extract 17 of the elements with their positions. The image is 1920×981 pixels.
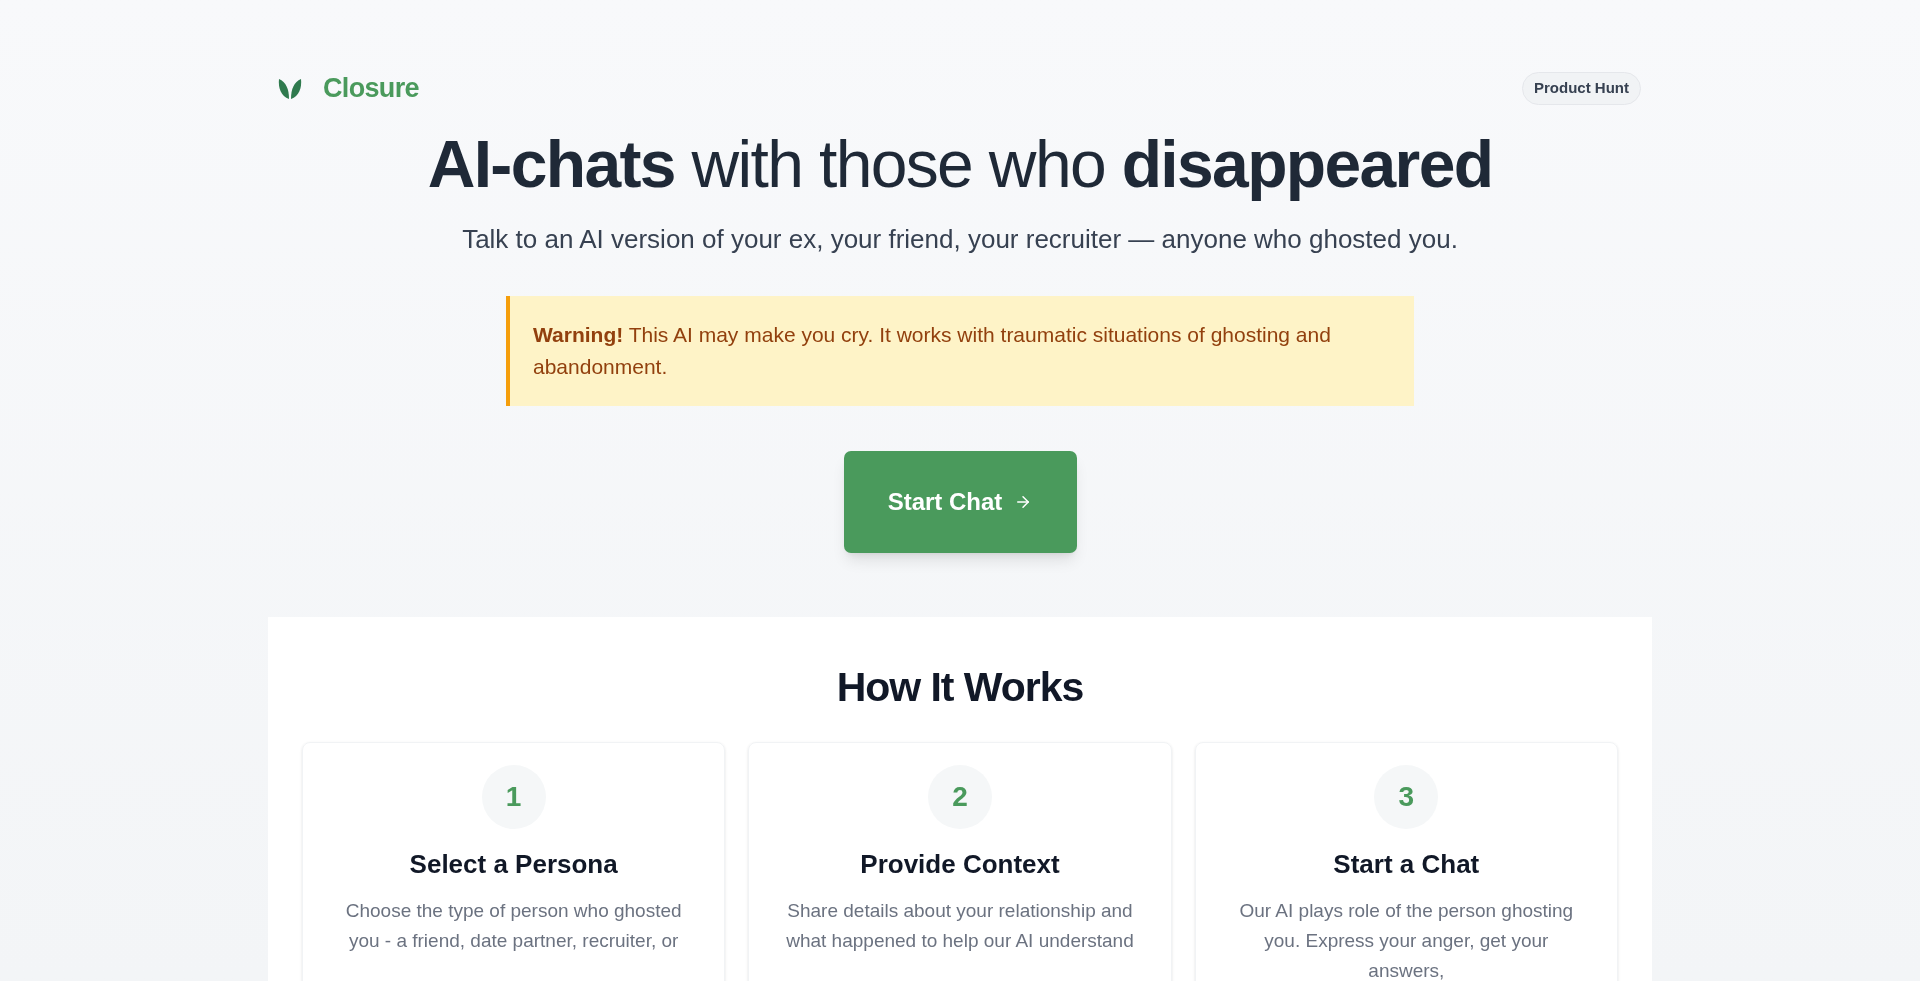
leaf-icon bbox=[277, 76, 303, 101]
step-title: Start a Chat bbox=[1333, 848, 1480, 882]
step-title: Provide Context bbox=[860, 848, 1060, 882]
headline: AI-chats with those who disappeared bbox=[426, 125, 1494, 203]
step-number: 1 bbox=[481, 765, 546, 830]
warning-text: Warning! This AI may make you cry. It works with traumatic situations of ghosting and abandonment. bbox=[533, 321, 1332, 380]
step-description: Our AI plays role of the person ghosting you. Express your anger, get your answers, bbox=[1238, 899, 1575, 981]
start-chat-button[interactable]: Start Chat bbox=[843, 450, 1077, 553]
subtitle: Talk to an AI version of your ex, your friend, your recruiter — anyone who ghosted you. bbox=[461, 222, 1459, 256]
brand-name[interactable]: Closure bbox=[323, 68, 419, 109]
step-number: 3 bbox=[1374, 765, 1439, 830]
section-title: How It Works bbox=[835, 662, 1085, 712]
product-hunt-link[interactable]: Product Hunt bbox=[1522, 72, 1641, 105]
step-description: Share details about your relationship and what happened to help our AI understand bbox=[785, 899, 1135, 954]
step-number: 2 bbox=[928, 765, 992, 830]
step-description: Choose the type of person who ghosted you - a friend, date partner, recruiter, or bbox=[344, 899, 683, 954]
step-title: Select a Persona bbox=[409, 848, 618, 882]
